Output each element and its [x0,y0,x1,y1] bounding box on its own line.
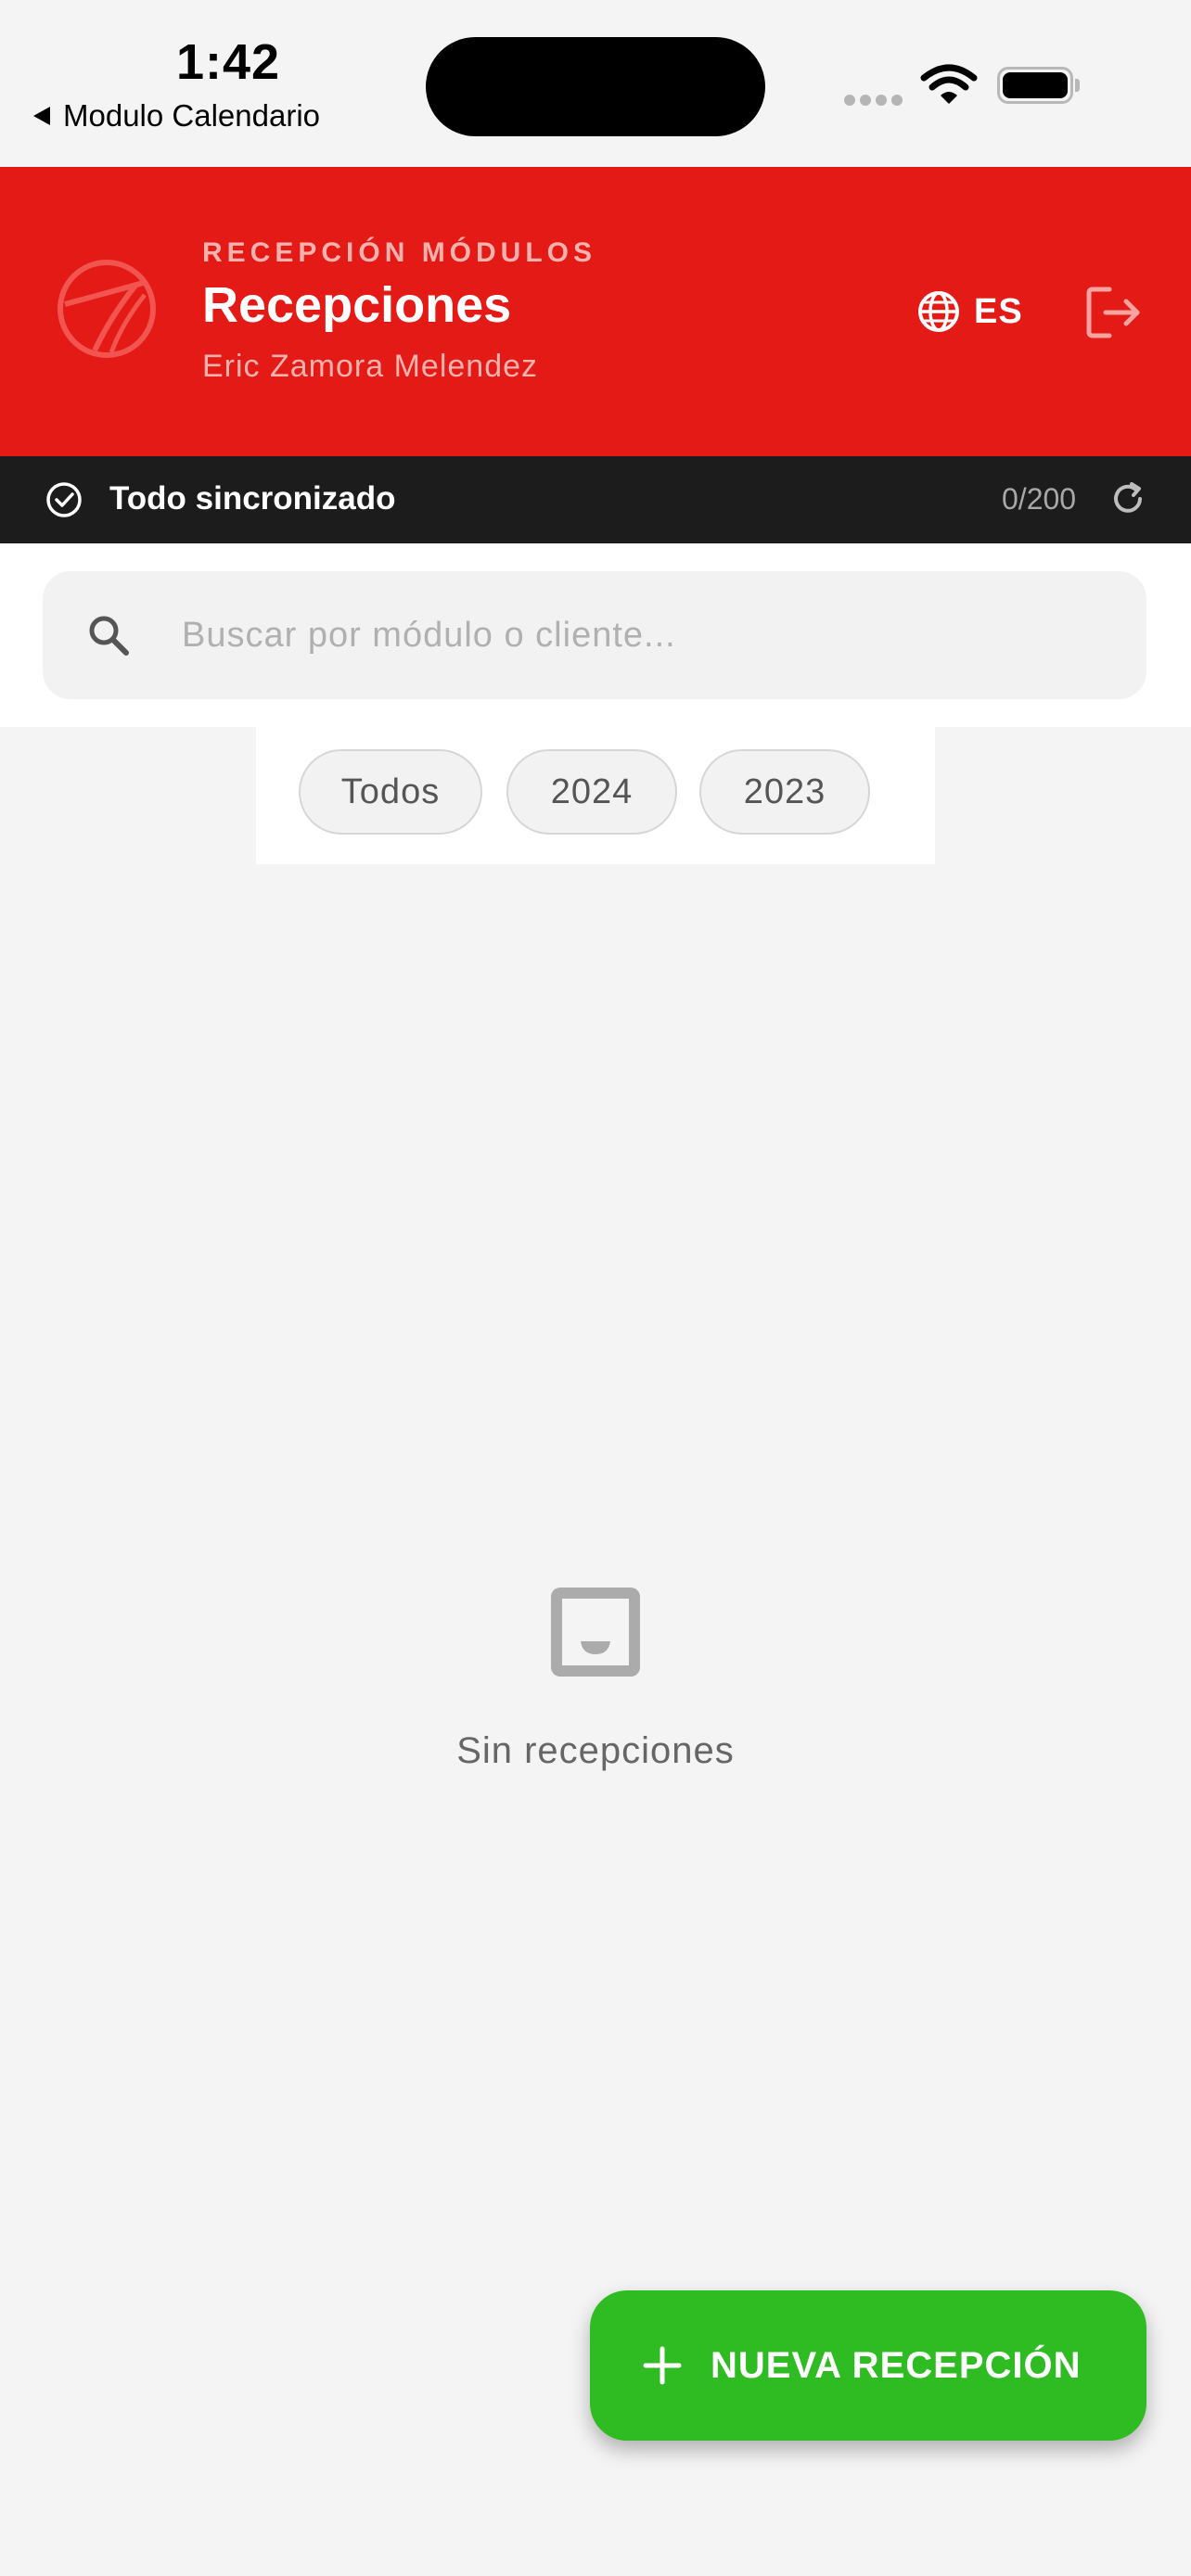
back-to-app-link[interactable]: Modulo Calendario [33,98,320,134]
check-circle-icon [46,482,82,517]
user-name: Eric Zamora Melendez [202,349,539,384]
language-label: ES [974,291,1023,331]
sync-status-bar: Todo sincronizado 0/200 [0,456,1191,543]
filter-chip-2023[interactable]: 2023 [699,749,870,835]
year-filter-bar: Todos 2024 2023 [256,727,935,864]
filter-chip-todos[interactable]: Todos [299,749,482,835]
status-bar: 1:42 Modulo Calendario [0,0,1191,167]
language-button[interactable]: ES [916,286,1023,338]
inbox-icon [551,1588,640,1677]
plus-icon [643,2346,682,2385]
dynamic-island [426,37,765,136]
app-header: RECEPCIÓN MÓDULOS Recepciones Eric Zamor… [0,167,1191,456]
tennis-ball-logo-icon [58,260,156,358]
filter-chip-2024[interactable]: 2024 [506,749,677,835]
search-input[interactable] [182,571,1119,699]
globe-icon [918,291,959,332]
sync-count: 0/200 [1002,482,1077,516]
wifi-icon [920,64,978,104]
battery-cap [1075,79,1080,92]
new-reception-button[interactable]: NUEVA RECEPCIÓN [590,2290,1146,2441]
empty-state-message: Sin recepciones [456,1730,735,1771]
cellular-signal-icon [844,95,907,106]
search-section [0,543,1191,727]
status-time: 1:42 [176,34,281,90]
header-eyebrow: RECEPCIÓN MÓDULOS [202,237,597,268]
logout-icon[interactable] [1083,282,1145,343]
page-title: Recepciones [202,277,512,333]
back-app-label: Modulo Calendario [63,98,321,133]
battery-icon [997,67,1073,104]
new-reception-label: NUEVA RECEPCIÓN [711,2344,1082,2386]
search-icon [89,616,129,656]
refresh-icon[interactable] [1109,480,1146,517]
sync-status-text: Todo sincronizado [109,480,396,516]
back-triangle-icon [33,107,50,125]
search-box[interactable] [43,571,1146,699]
